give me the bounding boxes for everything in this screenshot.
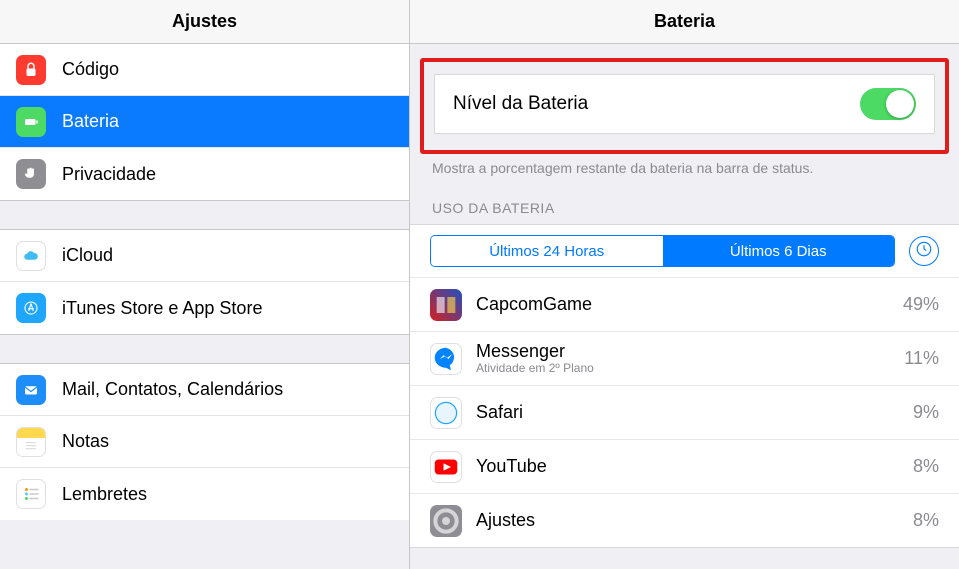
notes-icon (16, 427, 46, 457)
settings-sidebar: Ajustes Código Bateria Privacidade (0, 0, 410, 569)
battery-level-help: Mostra a porcentagem restante da bateria… (432, 160, 937, 176)
clock-button[interactable] (909, 236, 939, 266)
sidebar-item-label: Privacidade (62, 164, 156, 185)
appstore-icon (16, 293, 46, 323)
battery-level-row[interactable]: Nível da Bateria (434, 74, 935, 134)
sidebar-item-battery[interactable]: Bateria (0, 96, 409, 148)
sidebar-item-notes[interactable]: Notas (0, 416, 409, 468)
battery-icon (16, 107, 46, 137)
seg-6d[interactable]: Últimos 6 Dias (663, 236, 895, 266)
seg-24h[interactable]: Últimos 24 Horas (431, 236, 663, 266)
sidebar-group-3: Mail, Contatos, Calendários Notas Lembre… (0, 364, 409, 520)
app-row-safari[interactable]: Safari 9% (410, 385, 959, 439)
usage-card: Últimos 24 Horas Últimos 6 Dias CapcomGa… (410, 224, 959, 548)
app-name: Safari (476, 403, 913, 423)
app-row-ajustes[interactable]: Ajustes 8% (410, 493, 959, 547)
sidebar-item-reminders[interactable]: Lembretes (0, 468, 409, 520)
app-icon-safari (430, 397, 462, 429)
lock-icon (16, 55, 46, 85)
sidebar-item-label: Código (62, 59, 119, 80)
detail-header: Bateria (410, 0, 959, 44)
mail-icon (16, 375, 46, 405)
sidebar-item-label: Bateria (62, 111, 119, 132)
battery-level-label: Nível da Bateria (453, 93, 588, 115)
sidebar-item-icloud[interactable]: iCloud (0, 230, 409, 282)
app-icon-settings (430, 505, 462, 537)
sidebar-item-label: iCloud (62, 245, 113, 266)
app-name: YouTube (476, 457, 913, 477)
sidebar-item-passcode[interactable]: Código (0, 44, 409, 96)
app-percentage: 9% (913, 402, 939, 423)
battery-level-toggle[interactable] (860, 88, 916, 120)
sidebar-group-2: iCloud iTunes Store e App Store (0, 230, 409, 334)
sidebar-item-label: Mail, Contatos, Calendários (62, 379, 283, 400)
sidebar-header: Ajustes (0, 0, 409, 44)
app-icon-capcomgame (430, 289, 462, 321)
separator (0, 334, 409, 364)
app-name: Messenger (476, 342, 904, 362)
app-row-youtube[interactable]: YouTube 8% (410, 439, 959, 493)
sidebar-item-label: Lembretes (62, 484, 147, 505)
app-percentage: 11% (904, 348, 939, 369)
app-name: CapcomGame (476, 295, 903, 315)
detail-pane: Bateria Nível da Bateria Mostra a porcen… (410, 0, 959, 569)
time-range-row: Últimos 24 Horas Últimos 6 Dias (410, 225, 959, 277)
usage-section-header: USO DA BATERIA (432, 200, 937, 216)
app-subtitle: Atividade em 2º Plano (476, 361, 904, 375)
time-range-segmented[interactable]: Últimos 24 Horas Últimos 6 Dias (430, 235, 895, 267)
hand-icon (16, 159, 46, 189)
app-row-capcomgame[interactable]: CapcomGame 49% (410, 277, 959, 331)
sidebar-item-mail[interactable]: Mail, Contatos, Calendários (0, 364, 409, 416)
app-name: Ajustes (476, 511, 913, 531)
sidebar-item-itunes-appstore[interactable]: iTunes Store e App Store (0, 282, 409, 334)
app-icon-youtube (430, 451, 462, 483)
detail-scroll[interactable]: Nível da Bateria Mostra a porcentagem re… (410, 44, 959, 569)
app-percentage: 8% (913, 456, 939, 477)
reminders-icon (16, 479, 46, 509)
clock-icon (915, 240, 933, 263)
sidebar-item-label: Notas (62, 431, 109, 452)
cloud-icon (16, 241, 46, 271)
sidebar-group-1: Código Bateria Privacidade (0, 44, 409, 200)
app-row-messenger[interactable]: Messenger Atividade em 2º Plano 11% (410, 331, 959, 385)
sidebar-item-privacy[interactable]: Privacidade (0, 148, 409, 200)
separator (0, 200, 409, 230)
app-icon-messenger (430, 343, 462, 375)
sidebar-item-label: iTunes Store e App Store (62, 298, 262, 319)
app-percentage: 8% (913, 510, 939, 531)
app-percentage: 49% (903, 294, 939, 315)
highlight-annotation: Nível da Bateria (420, 58, 949, 154)
